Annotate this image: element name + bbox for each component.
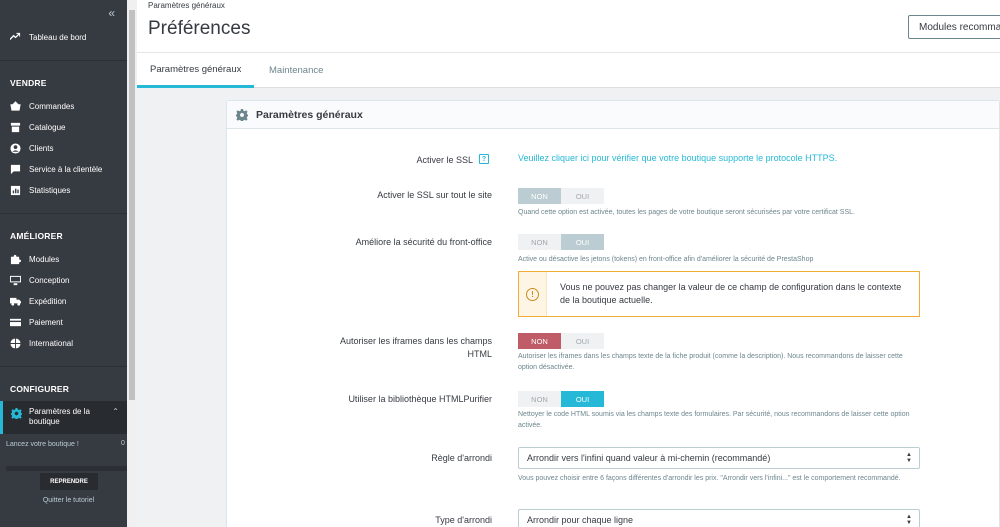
iframes-label: Autoriser les iframes dans les champs HT…: [262, 335, 492, 361]
chart-icon: [10, 185, 21, 196]
sidebar-item-label: Tableau de bord: [29, 32, 87, 42]
store-icon: [10, 122, 21, 133]
switch-yes-option[interactable]: OUI: [561, 188, 604, 204]
credit-card-icon: [10, 317, 21, 328]
truck-icon: [10, 296, 21, 307]
help-icon[interactable]: ?: [479, 154, 489, 164]
iframes-label-text: Autoriser les iframes dans les champs HT…: [339, 336, 492, 359]
rounding-type-select[interactable]: Arrondir pour chaque ligne ▲ ▼: [518, 509, 920, 527]
rounding-rule-value: Arrondir vers l'infini quand valeur à mi…: [527, 453, 771, 463]
globe-icon: [10, 337, 21, 349]
sidebar-item-clients[interactable]: Clients: [0, 139, 127, 157]
sidebar: « Tableau de bord VENDRE Commandes Catal…: [0, 0, 127, 527]
sidebar-section-ameliorer: AMÉLIORER: [10, 231, 63, 241]
switch-no-option[interactable]: NON: [518, 391, 561, 407]
ssl-all-label: Activer le SSL sur tout le site: [377, 190, 492, 200]
switch-no-option[interactable]: NON: [518, 234, 561, 250]
rounding-type-label: Type d'arrondi: [435, 515, 492, 525]
chevron-up-icon: ⌃: [112, 407, 119, 416]
sidebar-item-label: Service à la clientèle: [29, 164, 103, 174]
iframes-help: Autoriser les iframes dans les champs te…: [518, 353, 903, 371]
warning-icon: !: [526, 287, 539, 301]
sidebar-item-label: Paiement: [29, 317, 63, 327]
sidebar-item-modules[interactable]: Modules: [0, 250, 127, 268]
sidebar-divider: [0, 60, 127, 61]
select-arrows-icon: ▲ ▼: [906, 514, 912, 526]
sidebar-item-service[interactable]: Service à la clientèle: [0, 160, 127, 178]
puzzle-icon: [10, 254, 21, 265]
sidebar-item-catalogue[interactable]: Catalogue: [0, 118, 127, 136]
alert-icon-bar: !: [519, 272, 547, 316]
sidebar-item-shop-parameters[interactable]: Paramètres de la boutique ⌃: [0, 401, 127, 434]
trending-icon: [10, 32, 21, 43]
rounding-rule-help: Vous pouvez choisir entre 6 façons diffé…: [518, 475, 901, 482]
launch-progress-bar: [6, 466, 127, 471]
sidebar-item-label: Paramètres de la boutique: [29, 407, 90, 426]
rounding-type-value: Arrondir pour chaque ligne: [527, 515, 634, 525]
tab-general-settings[interactable]: Paramètres généraux: [137, 53, 255, 88]
sidebar-item-statistiques[interactable]: Statistiques: [0, 181, 127, 199]
switch-no-option[interactable]: NON: [518, 188, 561, 204]
sidebar-item-label: Catalogue: [29, 122, 66, 132]
cart-icon: [10, 100, 21, 112]
front-security-switch[interactable]: NON OUI: [518, 234, 604, 250]
sidebar-item-paiement[interactable]: Paiement: [0, 313, 127, 331]
ssl-check-link[interactable]: Veuillez cliquer ici pour vérifier que v…: [518, 153, 837, 163]
panel-title: Paramètres généraux: [256, 108, 363, 121]
launch-shop-text: Lancez votre boutique !: [6, 441, 79, 448]
sidebar-item-label: Statistiques: [29, 185, 71, 195]
sidebar-item-label: Modules: [29, 254, 60, 264]
sidebar-section-configurer: CONFIGURER: [10, 384, 70, 394]
gear-icon: [236, 108, 248, 121]
sidebar-item-label: International: [29, 338, 74, 348]
gear-icon: [11, 408, 22, 419]
sidebar-item-commandes[interactable]: Commandes: [0, 97, 127, 115]
breadcrumb[interactable]: Paramètres généraux: [148, 1, 225, 10]
sidebar-item-international[interactable]: International: [0, 334, 127, 352]
sidebar-item-conception[interactable]: Conception: [0, 271, 127, 289]
iframes-switch[interactable]: NON OUI: [518, 333, 604, 349]
htmlpurifier-switch[interactable]: NON OUI: [518, 391, 604, 407]
collapse-sidebar-icon[interactable]: «: [108, 6, 115, 20]
page-title: Préférences: [148, 18, 251, 39]
sidebar-item-dashboard[interactable]: Tableau de bord: [0, 28, 127, 46]
sidebar-item-label: Commandes: [29, 101, 75, 111]
rounding-rule-select[interactable]: Arrondir vers l'infini quand valeur à mi…: [518, 447, 920, 469]
switch-yes-option[interactable]: OUI: [561, 391, 604, 407]
front-security-help: Active ou désactive les jetons (tokens) …: [518, 256, 814, 263]
select-arrows-icon: ▲ ▼: [906, 452, 912, 464]
sidebar-item-label: Expédition: [29, 296, 67, 306]
alert-message: Vous ne pouvez pas changer la valeur de …: [560, 282, 902, 305]
htmlpurifier-label: Utiliser la bibliothèque HTMLPurifier: [348, 394, 492, 404]
warning-alert: ! Vous ne pouvez pas changer la valeur d…: [518, 271, 920, 317]
launch-percent: 0: [121, 440, 125, 447]
sidebar-scrollbar-thumb[interactable]: [129, 10, 135, 400]
switch-yes-option[interactable]: OUI: [561, 234, 604, 250]
page-header: Paramètres généraux Préférences Modules …: [137, 0, 1000, 52]
sidebar-divider: [0, 366, 127, 367]
switch-no-option[interactable]: NON: [518, 333, 561, 349]
front-security-label: Améliore la sécurité du front-office: [355, 237, 492, 247]
ssl-all-switch[interactable]: NON OUI: [518, 188, 604, 204]
sidebar-item-label: Conception: [29, 275, 70, 285]
quit-tutorial-link[interactable]: Quitter le tutoriel: [0, 497, 137, 504]
resume-button[interactable]: REPRENDRE: [40, 473, 98, 490]
user-icon: [10, 142, 21, 154]
tab-bar: Paramètres généraux Maintenance: [137, 52, 1000, 88]
sidebar-item-label: Clients: [29, 143, 54, 153]
desktop-icon: [10, 275, 21, 286]
sidebar-item-expedition[interactable]: Expédition: [0, 292, 127, 310]
panel-header: Paramètres généraux: [227, 101, 999, 129]
rounding-rule-label: Règle d'arrondi: [431, 453, 492, 463]
tab-maintenance[interactable]: Maintenance: [256, 53, 336, 88]
htmlpurifier-help: Nettoyer le code HTML soumis via les cha…: [518, 411, 910, 429]
switch-yes-option[interactable]: OUI: [561, 333, 604, 349]
sidebar-divider: [0, 213, 127, 214]
sidebar-section-vendre: VENDRE: [10, 78, 47, 88]
chat-icon: [10, 164, 21, 175]
ssl-label: Activer le SSL: [416, 155, 473, 165]
ssl-all-help: Quand cette option est activée, toutes l…: [518, 209, 855, 216]
recommended-modules-button[interactable]: Modules recommandés: [908, 15, 1000, 39]
